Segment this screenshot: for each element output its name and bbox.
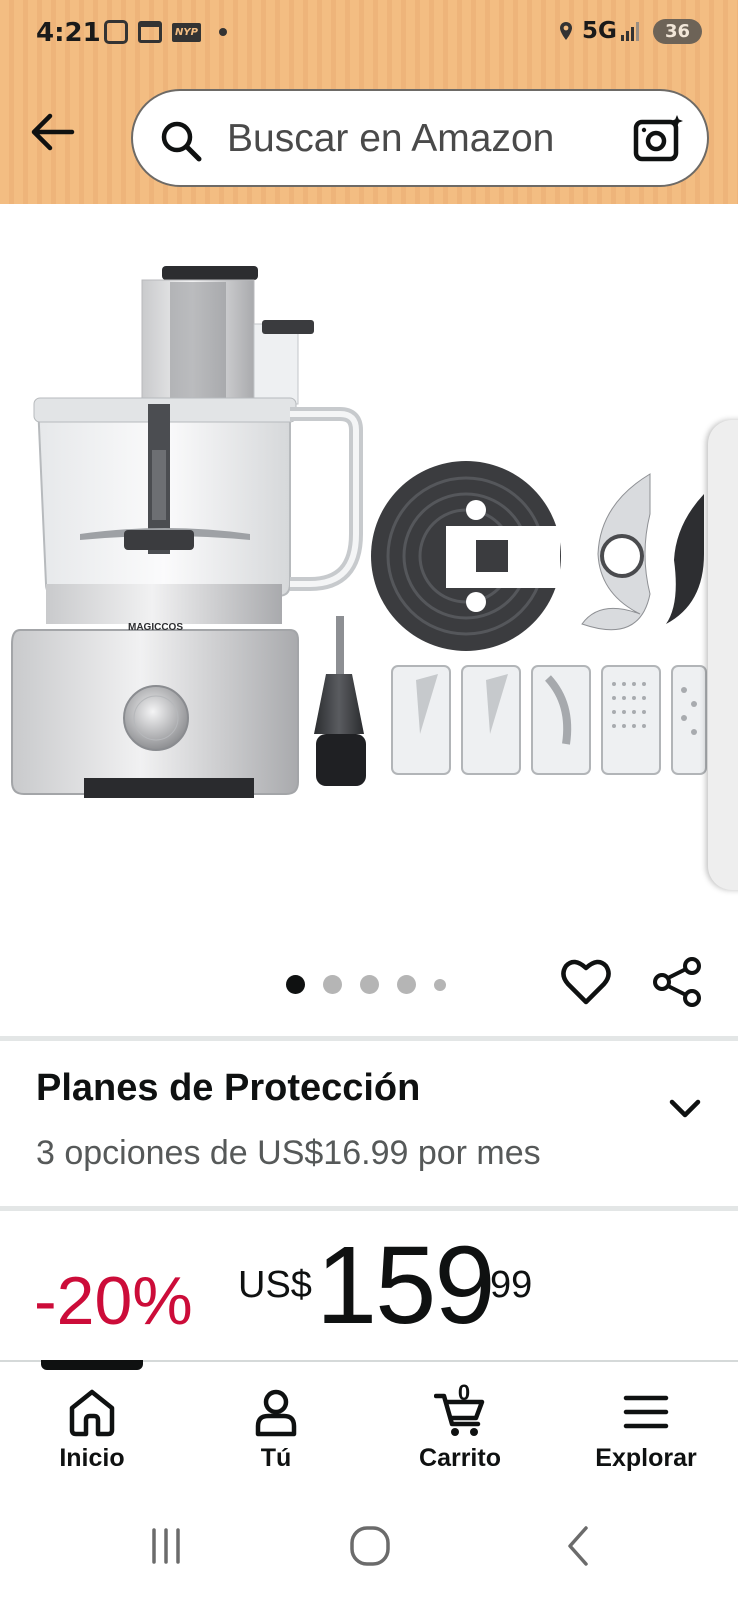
bottom-navigation: Inicio Tú 0 Carrito Explorar <box>0 1360 738 1492</box>
recent-apps-icon <box>152 1528 180 1564</box>
section-divider <box>0 1036 738 1041</box>
back-button[interactable] <box>26 110 78 154</box>
price-whole: 159 <box>316 1224 496 1347</box>
home-system-button[interactable] <box>340 1516 400 1576</box>
active-tab-indicator <box>41 1360 143 1370</box>
battery-indicator: 36 <box>652 18 702 44</box>
cart-icon: 0 <box>433 1380 486 1438</box>
protection-plans-title: Planes de Protección <box>36 1067 421 1109</box>
protection-plans-section[interactable]: Planes de Protección 3 opciones de US$16… <box>0 1045 738 1205</box>
nav-explore[interactable]: Explorar <box>566 1386 726 1486</box>
home-icon <box>69 1389 115 1437</box>
brand-label: MAGICCOS <box>128 622 183 633</box>
pagination-dot[interactable] <box>360 975 379 994</box>
back-system-button[interactable] <box>550 1516 610 1576</box>
nav-explore-label: Explorar <box>595 1444 697 1472</box>
add-to-list-button[interactable] <box>560 956 612 1008</box>
price-fraction: 99 <box>490 1264 533 1306</box>
nyp-icon: NYP <box>172 22 201 42</box>
screenshot-icon <box>104 20 128 44</box>
person-icon <box>255 1389 297 1437</box>
next-image-peek[interactable] <box>708 420 738 890</box>
network-type: 5G <box>582 18 617 44</box>
nav-you[interactable]: Tú <box>196 1386 356 1486</box>
heart-icon <box>561 959 611 1005</box>
pagination-dot[interactable] <box>434 978 446 991</box>
search-input[interactable] <box>227 113 607 165</box>
status-system-icons: 5G 36 <box>558 18 702 44</box>
camera-search-icon[interactable] <box>633 113 685 165</box>
product-image: MAGICCOS <box>11 266 707 798</box>
search-bar[interactable] <box>131 89 709 187</box>
search-icon <box>161 121 202 162</box>
chevron-left-icon <box>568 1526 588 1566</box>
nav-cart-label: Carrito <box>419 1444 501 1472</box>
chevron-down-icon <box>669 1099 701 1118</box>
image-pagination-dots <box>286 975 446 994</box>
recent-apps-button[interactable] <box>136 1516 196 1576</box>
price-currency: US$ <box>238 1264 312 1306</box>
back-arrow-icon <box>31 113 75 151</box>
pagination-dot[interactable] <box>397 975 416 994</box>
discount-percentage: -20% <box>34 1263 193 1339</box>
product-image-carousel[interactable]: MAGICCOS <box>0 204 738 1024</box>
share-button[interactable] <box>652 956 704 1008</box>
home-circle-icon <box>350 1526 390 1566</box>
signal-icon <box>620 21 639 41</box>
pagination-dot-active[interactable] <box>286 975 305 994</box>
protection-plans-subtitle: 3 opciones de US$16.99 por mes <box>36 1134 541 1172</box>
system-navigation-bar <box>0 1492 738 1600</box>
more-notifications-dot-icon <box>218 28 227 36</box>
share-icon <box>653 957 701 1007</box>
app-header: 4:21 NYP 5G 36 <box>0 0 738 204</box>
status-notification-icons: NYP <box>104 20 227 44</box>
pagination-dot[interactable] <box>323 975 342 994</box>
nav-you-label: Tú <box>260 1444 292 1472</box>
location-icon <box>560 22 573 40</box>
menu-icon <box>623 1395 669 1429</box>
nav-cart[interactable]: 0 Carrito <box>380 1380 540 1486</box>
calendar-icon <box>138 21 162 43</box>
nav-home[interactable]: Inicio <box>12 1386 172 1486</box>
price-block: -20% US$ 159 99 <box>0 1210 738 1360</box>
nav-home-label: Inicio <box>59 1444 125 1472</box>
status-time: 4:21 <box>36 18 101 48</box>
cart-count: 0 <box>457 1380 471 1405</box>
expand-plans-button[interactable] <box>664 1087 706 1129</box>
